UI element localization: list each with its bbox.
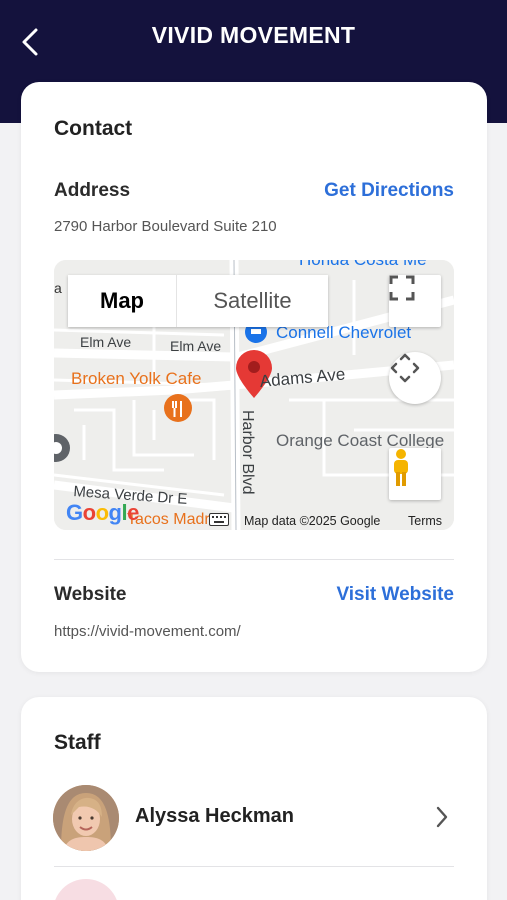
keyboard-icon[interactable] <box>209 513 229 526</box>
page-title: VIVID MOVEMENT <box>151 22 356 48</box>
street-view-button[interactable] <box>389 448 441 500</box>
staff-name: Alyssa Heckman <box>135 805 294 827</box>
address-value: 2790 Harbor Boulevard Suite 210 <box>54 218 277 235</box>
staff-row[interactable]: Alyssa Heckman <box>21 781 487 853</box>
google-logo: Google <box>66 500 139 525</box>
contact-card: Contact Address Get Directions 2790 Harb… <box>21 82 487 672</box>
chevron-right-icon <box>436 806 448 828</box>
pan-control-button[interactable] <box>389 352 441 404</box>
contact-section-title: Contact <box>54 117 133 140</box>
restaurant-poi-icon <box>164 394 192 422</box>
website-label: Website <box>54 584 127 605</box>
map-type-toggle: Map Satellite <box>68 275 328 327</box>
avatar <box>53 785 119 851</box>
divider <box>54 559 454 560</box>
map-label-broken-yolk: Broken Yolk Cafe <box>71 369 202 388</box>
map-attribution: Map data ©2025 Google <box>244 514 381 528</box>
staff-section-title: Staff <box>54 731 101 754</box>
address-label: Address <box>54 180 131 201</box>
visit-website-link[interactable]: Visit Website <box>336 584 454 606</box>
get-directions-link[interactable]: Get Directions <box>324 180 454 202</box>
map-label-a: a <box>54 280 62 296</box>
map-label-tacos: Tacos Madre <box>127 511 219 528</box>
website-value: https://vivid-movement.com/ <box>54 623 241 640</box>
map-view[interactable]: Honda Costa Me a Connell Chevrolet Elm A… <box>54 260 454 530</box>
divider <box>54 866 454 867</box>
map-label-elm-ave-1: Elm Ave <box>80 334 132 350</box>
map-label-honda: Honda Costa Me <box>299 260 427 270</box>
map-type-satellite-button[interactable]: Satellite <box>177 275 328 327</box>
map-label-elm-ave-2: Elm Ave <box>170 338 222 354</box>
map-type-map-button[interactable]: Map <box>68 275 177 327</box>
fullscreen-icon <box>389 275 415 301</box>
map-label-harbor-blvd: Harbor Blvd <box>239 410 256 495</box>
pegman-icon <box>394 449 408 486</box>
map-terms-link[interactable]: Terms <box>408 514 442 528</box>
pan-arrows-icon <box>390 353 420 383</box>
avatar <box>53 879 119 900</box>
staff-card: Staff Alyssa Heckman <box>21 697 487 900</box>
fullscreen-button[interactable] <box>389 275 441 327</box>
